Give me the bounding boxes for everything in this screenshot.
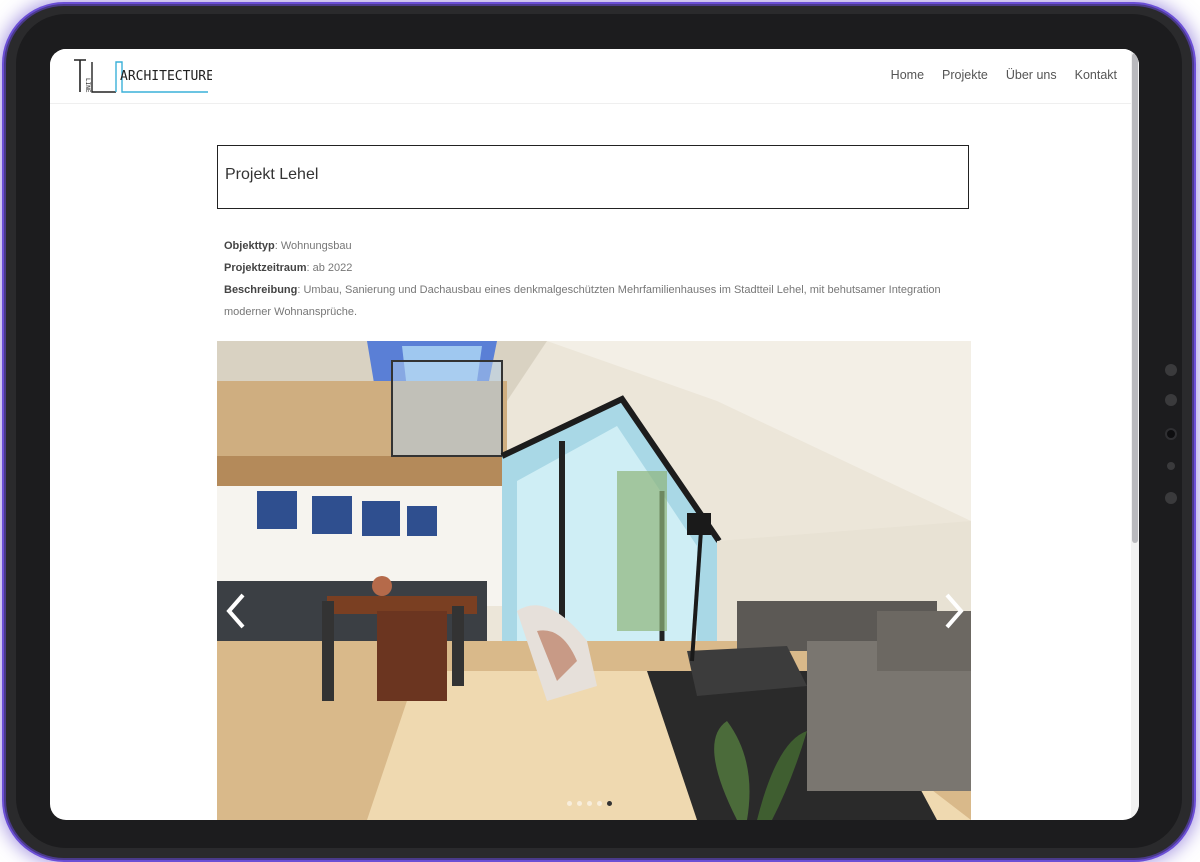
detail-beschreibung: Beschreibung: Umbau, Sanierung und Dacha… (224, 279, 944, 323)
detail-value: : Umbau, Sanierung und Dachausbau eines … (224, 284, 941, 318)
detail-label: Projektzeitraum (224, 262, 307, 274)
nav-ueber-uns[interactable]: Über uns (1006, 68, 1057, 82)
chevron-left-icon[interactable] (223, 591, 251, 631)
project-details: Objekttyp: Wohnungsbau Projektzeitraum: … (224, 235, 944, 323)
nav-home[interactable]: Home (891, 68, 924, 82)
vertical-scrollbar[interactable] (1131, 49, 1139, 820)
device-button (1165, 492, 1177, 504)
browser-viewport: LINE ARCHITECTURE Home Projekte Über uns… (50, 49, 1139, 820)
camera-icon (1167, 430, 1175, 438)
detail-value: : Wohnungsbau (274, 240, 352, 252)
main-nav: Home Projekte Über uns Kontakt (891, 68, 1117, 82)
svg-text:LINE: LINE (84, 78, 91, 93)
slider-dot[interactable] (597, 801, 602, 806)
detail-label: Beschreibung (224, 284, 298, 296)
detail-label: Objekttyp (224, 240, 275, 252)
detail-projektzeitraum: Projektzeitraum: ab 2022 (224, 257, 944, 279)
detail-value: : ab 2022 (306, 262, 353, 274)
slider-pagination (567, 801, 612, 806)
chevron-right-icon[interactable] (939, 591, 967, 631)
nav-kontakt[interactable]: Kontakt (1075, 68, 1117, 82)
device-button (1165, 364, 1177, 376)
svg-text:ARCHITECTURE: ARCHITECTURE (120, 69, 212, 84)
detail-objekttyp: Objekttyp: Wohnungsbau (224, 235, 944, 257)
slider-dot[interactable] (587, 801, 592, 806)
slider-dot[interactable] (577, 801, 582, 806)
nav-projekte[interactable]: Projekte (942, 68, 988, 82)
slider-dot[interactable] (567, 801, 572, 806)
site-header: LINE ARCHITECTURE Home Projekte Über uns… (50, 49, 1131, 104)
image-slider[interactable] (217, 341, 971, 820)
device-button (1165, 394, 1177, 406)
project-title-box: Projekt Lehel (217, 145, 969, 209)
scrollbar-thumb[interactable] (1132, 53, 1138, 543)
slider-dot-active[interactable] (607, 801, 612, 806)
page-title: Projekt Lehel (225, 166, 319, 183)
site-logo[interactable]: LINE ARCHITECTURE (72, 58, 214, 94)
attic-living-room-render-image (217, 341, 971, 820)
sensor-dot (1167, 462, 1175, 470)
logo-mark-icon: LINE ARCHITECTURE (74, 59, 214, 93)
